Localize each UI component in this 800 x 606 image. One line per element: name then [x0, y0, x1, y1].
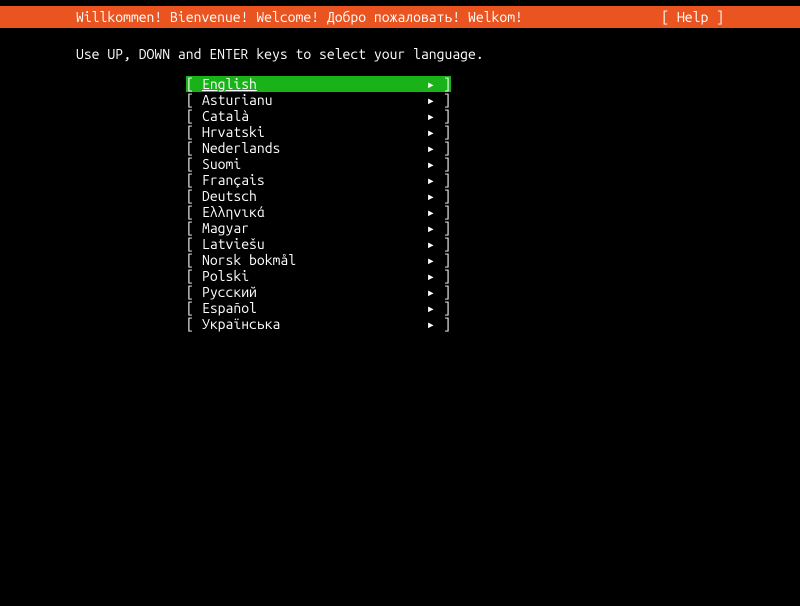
bracket-open: [ [186, 92, 202, 108]
language-label: Norsk bokmål [202, 252, 421, 268]
arrow-right-icon: ▸ [421, 108, 435, 124]
language-label: Polski [202, 268, 421, 284]
language-option[interactable]: [ Asturianu▸ ] [186, 92, 451, 108]
language-label: Nederlands [202, 140, 421, 156]
arrow-right-icon: ▸ [421, 140, 435, 156]
language-option[interactable]: [ Deutsch▸ ] [186, 188, 451, 204]
bracket-open: [ [186, 300, 202, 316]
language-option[interactable]: [ Ελληνικά▸ ] [186, 204, 451, 220]
language-option[interactable]: [ Русский▸ ] [186, 284, 451, 300]
arrow-right-icon: ▸ [421, 156, 435, 172]
bracket-close: ] [435, 284, 451, 300]
bracket-close: ] [435, 76, 451, 92]
language-label: Español [202, 300, 421, 316]
language-label: Русский [202, 284, 421, 300]
bracket-close: ] [435, 156, 451, 172]
bracket-open: [ [186, 156, 202, 172]
arrow-right-icon: ▸ [421, 316, 435, 332]
bracket-open: [ [186, 124, 202, 140]
bracket-open: [ [186, 76, 202, 92]
bracket-open: [ [186, 188, 202, 204]
language-option[interactable]: [ Українська▸ ] [186, 316, 451, 332]
arrow-right-icon: ▸ [421, 204, 435, 220]
arrow-right-icon: ▸ [421, 300, 435, 316]
language-option[interactable]: [ Español▸ ] [186, 300, 451, 316]
bracket-close: ] [435, 124, 451, 140]
bracket-open: [ [186, 172, 202, 188]
language-label: Ελληνικά [202, 204, 421, 220]
bracket-close: ] [435, 268, 451, 284]
bracket-close: ] [435, 220, 451, 236]
arrow-right-icon: ▸ [421, 172, 435, 188]
language-option[interactable]: [ Français▸ ] [186, 172, 451, 188]
language-label: Asturianu [202, 92, 421, 108]
arrow-right-icon: ▸ [421, 268, 435, 284]
bracket-open: [ [186, 316, 202, 332]
bracket-open: [ [186, 204, 202, 220]
bracket-open: [ [186, 108, 202, 124]
bracket-close: ] [435, 300, 451, 316]
bracket-open: [ [186, 284, 202, 300]
arrow-right-icon: ▸ [421, 220, 435, 236]
arrow-right-icon: ▸ [421, 252, 435, 268]
bracket-close: ] [435, 204, 451, 220]
language-option[interactable]: [ Català▸ ] [186, 108, 451, 124]
language-option[interactable]: [ English▸ ] [186, 76, 451, 92]
instructions-text: Use UP, DOWN and ENTER keys to select yo… [0, 28, 800, 76]
language-option[interactable]: [ Suomi▸ ] [186, 156, 451, 172]
bracket-close: ] [435, 316, 451, 332]
bracket-close: ] [435, 92, 451, 108]
header-title: Willkommen! Bienvenue! Welcome! Добро по… [8, 6, 523, 28]
arrow-right-icon: ▸ [421, 76, 435, 92]
header-bar: Willkommen! Bienvenue! Welcome! Добро по… [0, 6, 800, 28]
bracket-open: [ [186, 236, 202, 252]
language-option[interactable]: [ Latviešu▸ ] [186, 236, 451, 252]
bracket-open: [ [186, 268, 202, 284]
language-label: Latviešu [202, 236, 421, 252]
language-label: Deutsch [202, 188, 421, 204]
bracket-close: ] [435, 108, 451, 124]
language-list: [ English▸ ][ Asturianu▸ ][ Català▸ ][ H… [0, 76, 800, 332]
arrow-right-icon: ▸ [421, 284, 435, 300]
language-label: Català [202, 108, 421, 124]
language-label: Українська [202, 316, 421, 332]
language-option[interactable]: [ Polski▸ ] [186, 268, 451, 284]
language-option[interactable]: [ Nederlands▸ ] [186, 140, 451, 156]
help-button[interactable]: [ Help ] [661, 6, 792, 28]
language-label: Hrvatski [202, 124, 421, 140]
bracket-close: ] [435, 252, 451, 268]
language-label: Magyar [202, 220, 421, 236]
language-option[interactable]: [ Magyar▸ ] [186, 220, 451, 236]
arrow-right-icon: ▸ [421, 188, 435, 204]
bracket-open: [ [186, 140, 202, 156]
arrow-right-icon: ▸ [421, 124, 435, 140]
language-option[interactable]: [ Hrvatski▸ ] [186, 124, 451, 140]
language-option[interactable]: [ Norsk bokmål▸ ] [186, 252, 451, 268]
bracket-close: ] [435, 188, 451, 204]
language-label: Français [202, 172, 421, 188]
language-label: English [202, 76, 421, 92]
language-label: Suomi [202, 156, 421, 172]
bracket-open: [ [186, 220, 202, 236]
arrow-right-icon: ▸ [421, 236, 435, 252]
bracket-close: ] [435, 172, 451, 188]
bracket-open: [ [186, 252, 202, 268]
bracket-close: ] [435, 236, 451, 252]
bracket-close: ] [435, 140, 451, 156]
arrow-right-icon: ▸ [421, 92, 435, 108]
